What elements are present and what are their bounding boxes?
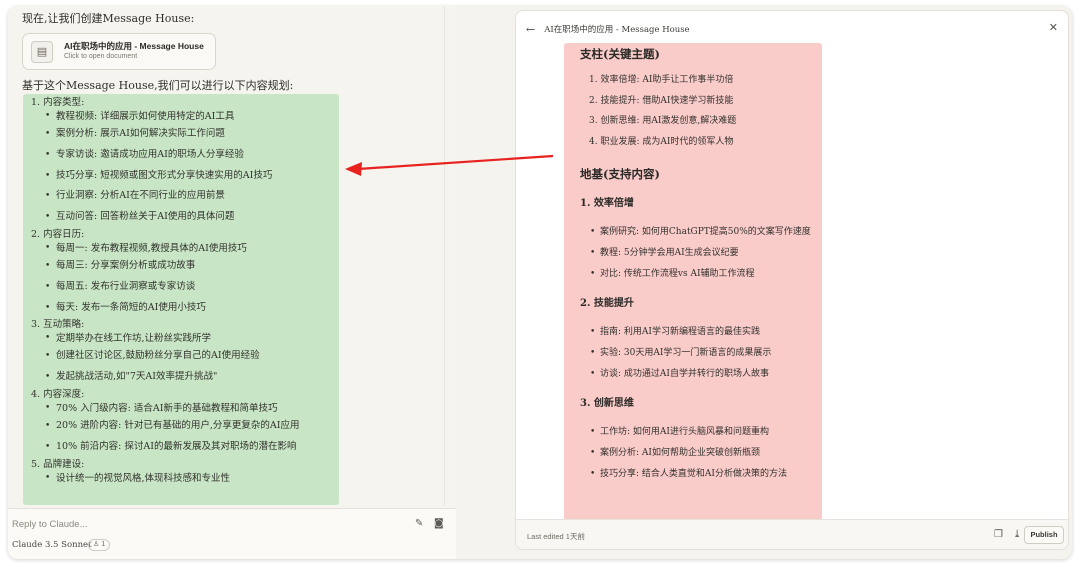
pillar-item: 1. 效率倍增: AI助手让工作事半功倍 bbox=[589, 75, 734, 85]
list-item: 案例分析: 展示AI如何解决实际工作问题 bbox=[45, 124, 339, 145]
document-card[interactable]: ▤ AI在职场中的应用 - Message House Click to ope… bbox=[22, 33, 216, 70]
reply-input[interactable]: Reply to Claude... bbox=[12, 519, 88, 530]
paperclip-icon[interactable]: ✎ bbox=[415, 518, 423, 529]
list-item: 指南: 利用AI学习新编程语言的最佳实践 bbox=[590, 322, 822, 343]
list-item: 发起挑战活动,如"7天AI效率提升挑战" bbox=[45, 367, 339, 388]
group-title: 1. 效率倍增 bbox=[580, 197, 634, 209]
model-selector[interactable]: Claude 3.5 Sonnet bbox=[12, 540, 92, 550]
group-title: 2. 技能提升 bbox=[580, 297, 634, 309]
list-item: 教程视频: 详细展示如何使用特定的AI工具 bbox=[45, 109, 339, 124]
section-title: 5. 品牌建设: bbox=[31, 458, 85, 470]
message-house-highlight: 支柱(关键主题) 1. 效率倍增: AI助手让工作事半功倍 2. 技能提升: 借… bbox=[564, 43, 822, 521]
pillar-item: 2. 技能提升: 借助AI快速学习新技能 bbox=[589, 95, 734, 106]
person-icon: ♙ bbox=[93, 541, 100, 548]
list-item: 技巧分享: 结合人类直觉和AI分析做决策的方法 bbox=[590, 464, 822, 485]
list-item: 互动问答: 回答粉丝关于AI使用的具体问题 bbox=[45, 207, 339, 228]
section-title: 2. 内容日历: bbox=[31, 228, 85, 240]
list-item: 技巧分享: 短视频或图文形式分享快速实用的AI技巧 bbox=[45, 166, 339, 187]
pillar-item: 3. 创新思维: 用AI激发创意,解决难题 bbox=[589, 116, 737, 127]
list-item: 设计统一的视觉风格,体现科技感和专业性 bbox=[45, 471, 339, 486]
list-item: 每天: 发布一条简短的AI使用小技巧 bbox=[45, 298, 339, 319]
list-item: 定期举办在线工作坊,让粉丝实践所学 bbox=[45, 331, 339, 346]
artifact-panel: ← AI在职场中的应用 - Message House ✕ 支柱(关键主题) 1… bbox=[515, 10, 1069, 550]
section-title: 3. 互动策略: bbox=[31, 319, 85, 331]
list-item: 专家访谈: 邀请成功应用AI的职场人分享经验 bbox=[45, 145, 339, 166]
list-item: 创建社区讨论区,鼓励粉丝分享自己的AI使用经验 bbox=[45, 346, 339, 367]
section-title: 1. 内容类型: bbox=[31, 97, 85, 108]
section-title: 4. 内容深度: bbox=[31, 388, 85, 400]
last-edited-text: Last edited 1天前 bbox=[527, 532, 585, 541]
close-icon[interactable]: ✕ bbox=[1049, 21, 1058, 34]
reply-box: Reply to Claude... ✎ ◙ Claude 3.5 Sonnet… bbox=[8, 508, 456, 559]
list-item: 每周三: 分享案例分析或成功故事 bbox=[45, 256, 339, 277]
list-item: 70% 入门级内容: 适合AI新手的基础教程和简单技巧 bbox=[45, 401, 339, 416]
list-item: 每周五: 发布行业洞察或专家访谈 bbox=[45, 277, 339, 298]
artifact-footer: Last edited 1天前 ❐ ⤓ Publish bbox=[516, 519, 1068, 549]
lead-text: 基于这个Message House,我们可以进行以下内容规划: bbox=[22, 79, 294, 92]
style-badge-count: 1 bbox=[101, 541, 106, 548]
pillar-item: 4. 职业发展: 成为AI时代的领军人物 bbox=[589, 137, 734, 148]
publish-button[interactable]: Publish bbox=[1024, 526, 1064, 544]
copy-icon[interactable]: ❐ bbox=[994, 529, 1003, 540]
foundation-heading: 地基(支持内容) bbox=[580, 166, 660, 181]
list-item: 工作坊: 如何用AI进行头脑风暴和问题重构 bbox=[590, 422, 822, 443]
chat-pane: 现在,让我们创建Message House: ▤ AI在职场中的应用 - Mes… bbox=[8, 6, 456, 559]
download-icon[interactable]: ⤓ bbox=[1013, 529, 1021, 540]
list-item: 20% 进阶内容: 针对已有基础的用户,分享更复杂的AI应用 bbox=[45, 416, 339, 437]
group-title: 3. 创新思维 bbox=[580, 397, 634, 409]
list-item: 案例研究: 如何用ChatGPT提高50%的文案写作速度 bbox=[590, 222, 822, 243]
document-card-subtitle: Click to open document bbox=[64, 53, 138, 60]
pillars-heading: 支柱(关键主题) bbox=[580, 47, 660, 61]
list-item: 对比: 传统工作流程vs AI辅助工作流程 bbox=[590, 264, 822, 285]
list-item: 行业洞察: 分析AI在不同行业的应用前景 bbox=[45, 186, 339, 207]
document-card-title: AI在职场中的应用 - Message House bbox=[64, 41, 204, 51]
app-window: 现在,让我们创建Message House: ▤ AI在职场中的应用 - Mes… bbox=[8, 6, 1072, 559]
back-arrow-icon[interactable]: ← bbox=[526, 23, 535, 36]
artifact-title: AI在职场中的应用 - Message House bbox=[544, 25, 690, 35]
list-item: 教程: 5分钟学会用AI生成会议纪要 bbox=[590, 243, 822, 264]
list-item: 访谈: 成功通过AI自学并转行的职场人故事 bbox=[590, 364, 822, 385]
scrollbar-track[interactable] bbox=[444, 6, 445, 506]
content-plan-highlight: 1. 内容类型: 教程视频: 详细展示如何使用特定的AI工具 案例分析: 展示A… bbox=[23, 94, 339, 505]
list-item: 每周一: 发布教程视频,教授具体的AI使用技巧 bbox=[45, 241, 339, 256]
document-icon: ▤ bbox=[31, 40, 53, 63]
intro-text: 现在,让我们创建Message House: bbox=[22, 12, 195, 25]
camera-icon[interactable]: ◙ bbox=[434, 518, 444, 529]
artifact-header: ← AI在职场中的应用 - Message House bbox=[516, 11, 1068, 47]
style-badge[interactable]: ♙ 1 bbox=[88, 539, 111, 551]
list-item: 案例分析: AI如何帮助企业突破创新瓶颈 bbox=[590, 443, 822, 464]
list-item: 实验: 30天用AI学习一门新语言的成果展示 bbox=[590, 343, 822, 364]
list-item: 10% 前沿内容: 探讨AI的最新发展及其对职场的潜在影响 bbox=[45, 437, 339, 458]
